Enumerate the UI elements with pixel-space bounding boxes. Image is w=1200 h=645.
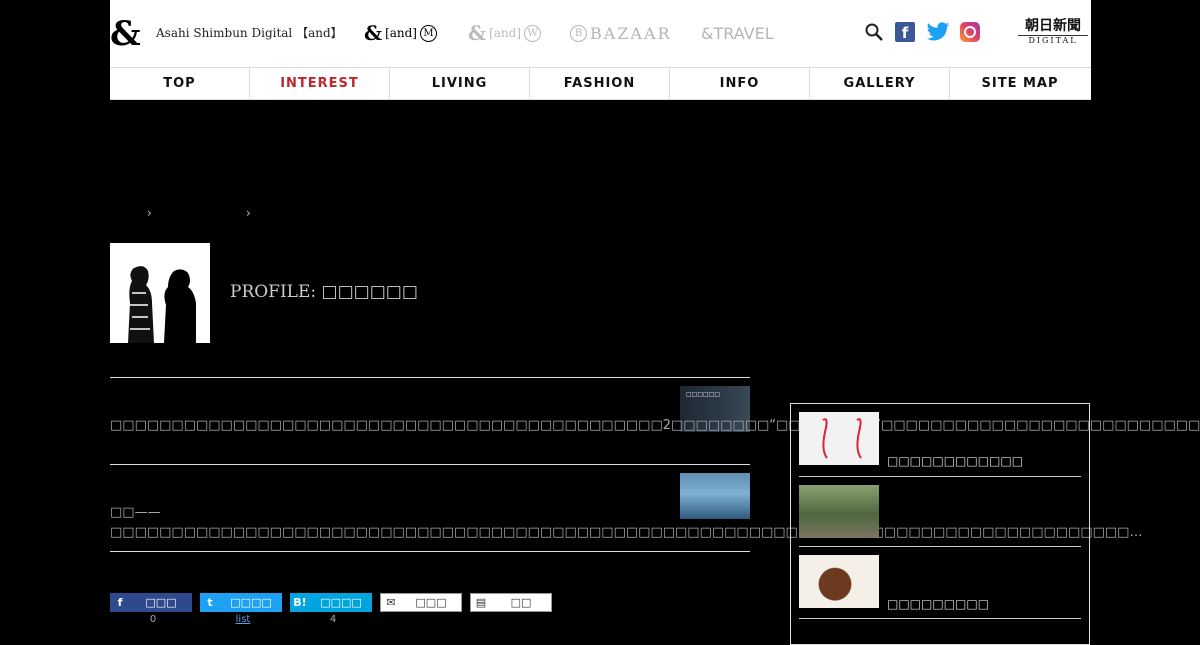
sidebar-title[interactable]: □□□□□□□□□	[887, 597, 989, 611]
brand-bazaar-mark: B	[570, 24, 587, 42]
hatena-bookmark-count: 4	[329, 614, 337, 625]
divider	[799, 618, 1081, 619]
facebook-share-button[interactable]: f □□□	[110, 593, 192, 612]
share-label: □□□□	[320, 596, 362, 609]
sidebar-thumbnail[interactable]	[799, 485, 879, 538]
nav-living[interactable]: LIVING	[390, 68, 530, 99]
asahi-digital-logo[interactable]: 朝日新聞 DIGITAL	[1018, 18, 1088, 46]
ribbon-illustration	[822, 418, 862, 459]
brand-travel-link[interactable]: &TRAVEL	[701, 21, 774, 45]
facebook-glyph: f	[901, 24, 909, 42]
print-button[interactable]: ▤ □□	[470, 593, 552, 612]
site-header: & Asahi Shimbun Digital 【and】 & [and] M …	[110, 0, 1091, 100]
profile-heading: PROFILE: □□□□□□	[230, 282, 418, 302]
main-nav: TOP INTEREST LIVING FASHION INFO GALLERY…	[110, 67, 1091, 100]
nav-top[interactable]: TOP	[110, 68, 250, 99]
mail-icon: ✉	[386, 596, 396, 609]
brand-bazaar-link[interactable]: B BAZAAR	[570, 21, 672, 45]
share-label: □□□	[415, 596, 447, 609]
article-thumbnail[interactable]	[680, 473, 750, 519]
share-label: □□□□	[230, 596, 272, 609]
facebook-icon: f	[117, 596, 123, 609]
site-logo[interactable]: &	[110, 14, 141, 54]
brand-travel-label: &TRAVEL	[701, 23, 774, 43]
nav-interest[interactable]: INTEREST	[250, 68, 390, 99]
brand-bazaar-label: BAZAAR	[590, 23, 672, 43]
search-icon[interactable]	[864, 22, 884, 42]
magnifier-icon	[865, 23, 883, 41]
brand-and-m-link[interactable]: & [and] M	[364, 21, 437, 45]
site-logo-text[interactable]: Asahi Shimbun Digital 【and】	[156, 24, 343, 41]
asahi-logo-jp: 朝日新聞	[1025, 18, 1081, 34]
twitter-bird-icon	[926, 22, 950, 41]
divider	[799, 476, 1081, 477]
author-avatar	[110, 243, 210, 343]
brand-and-m-mark: M	[420, 24, 437, 42]
breadcrumb-separator: ›	[246, 206, 251, 220]
article-thumbnail-text: □□□□□□	[686, 391, 721, 398]
brand-and-w-link[interactable]: & [and] W	[468, 21, 541, 45]
facebook-share-count: 0	[149, 614, 157, 625]
divider	[110, 551, 750, 552]
share-label: □□	[510, 596, 532, 609]
twitter-share-button[interactable]: t □□□□	[200, 593, 282, 612]
nav-site-map[interactable]: SITE MAP	[950, 68, 1090, 99]
sidebar-title[interactable]: □□□□□□□□□□□□	[887, 454, 1023, 468]
divider	[799, 546, 1081, 547]
breadcrumb-separator: ›	[147, 206, 152, 220]
brand-and-w-amp: &	[468, 21, 487, 45]
print-icon: ▤	[475, 596, 487, 609]
silhouette-illustration	[128, 266, 196, 343]
sidebar-thumbnail[interactable]	[799, 412, 879, 465]
hatena-icon: B!	[293, 596, 307, 609]
mail-share-button[interactable]: ✉ □□□	[380, 593, 462, 612]
twitter-icon: t	[207, 596, 213, 609]
nav-info[interactable]: INFO	[670, 68, 810, 99]
instagram-icon[interactable]	[960, 22, 980, 42]
hatena-bookmark-button[interactable]: B! □□□□	[290, 593, 372, 612]
profile-label: PROFILE:	[230, 282, 317, 302]
brand-and-w-bracket: [and]	[489, 26, 521, 40]
share-label: □□□	[145, 596, 177, 609]
sidebar-ranking: □□□□□□□□□□□□ □□□□□□□□□	[790, 403, 1090, 645]
divider	[110, 464, 750, 465]
divider	[110, 377, 750, 378]
article-excerpt[interactable]: □□——□□□□□□□□□□□□□□□□□□□□□□□□□□□□□□□□□□□□…	[110, 503, 1142, 543]
article-excerpt[interactable]: □□□□□□□□□□□□□□□□□□□□□□□□□□□□□□□□□□□□□□□□…	[110, 416, 1200, 436]
facebook-icon[interactable]: f	[895, 22, 915, 42]
profile-name: □□□□□□	[321, 282, 418, 302]
brand-and-w-mark: W	[524, 24, 541, 42]
instagram-lens-icon	[964, 26, 976, 38]
twitter-share-count[interactable]: list	[202, 614, 284, 625]
nav-gallery[interactable]: GALLERY	[810, 68, 950, 99]
twitter-icon[interactable]	[926, 22, 950, 42]
brand-and-m-bracket: [and]	[385, 26, 417, 40]
nav-fashion[interactable]: FASHION	[530, 68, 670, 99]
asahi-logo-digital: DIGITAL	[1018, 35, 1088, 46]
brand-and-m-amp: &	[364, 21, 383, 45]
sidebar-thumbnail[interactable]	[799, 555, 879, 608]
